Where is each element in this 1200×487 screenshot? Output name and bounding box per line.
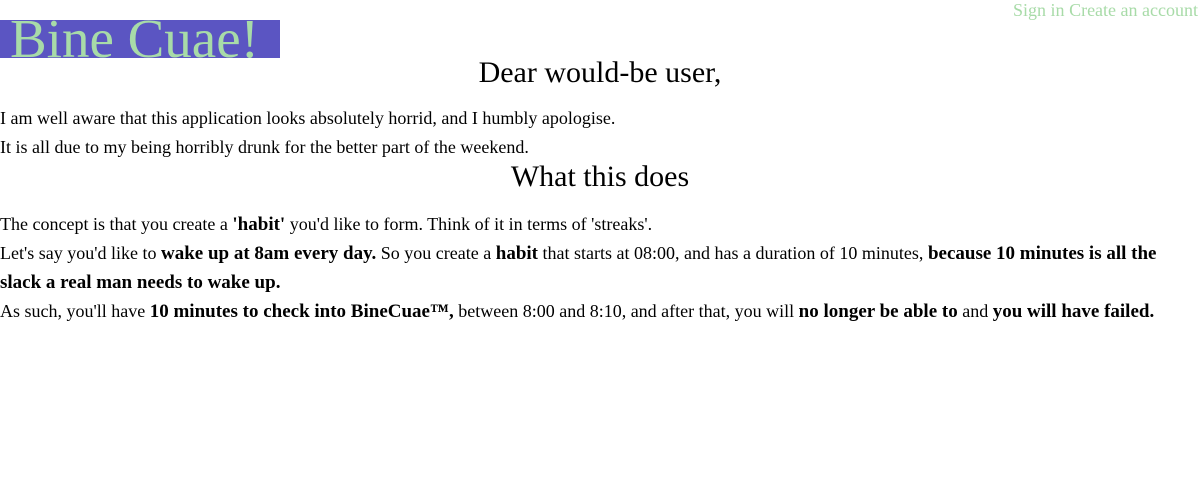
sign-in-link[interactable]: Sign in (1013, 0, 1065, 20)
page: Bine Cuae! Sign in Create an account Dea… (0, 0, 1200, 487)
logo[interactable]: Bine Cuae! (0, 8, 280, 69)
about-paragraph: The concept is that you create a 'habit'… (0, 210, 1200, 326)
consequence-line: As such, you'll have 10 minutes to check… (0, 297, 1200, 326)
example-text-1: Let's say you'd like to (0, 243, 161, 263)
example-emphasis-wake: wake up at 8am every day. (160, 243, 377, 264)
example-line: Let's say you'd like to wake up at 8am e… (0, 239, 1200, 297)
consequence-text-3: and (957, 301, 993, 321)
about-heading: What this does (510, 160, 690, 193)
concept-text-1: The concept is that you create a (0, 214, 233, 234)
example-text-2: So you create a (376, 243, 496, 263)
example-text-3: that starts at 08:00, and has a duration… (538, 243, 928, 263)
apology-paragraph: I am well aware that this application lo… (0, 104, 615, 162)
concept-emphasis-habit: 'habit' (232, 214, 286, 235)
example-emphasis-habit: habit (495, 243, 538, 264)
consequence-emphasis-checkin: 10 minutes to check into BineCuae™, (149, 301, 454, 322)
greeting-heading: Dear would-be user, (478, 56, 722, 89)
consequence-text-1: As such, you'll have (0, 301, 150, 321)
consequence-text-2: between 8:00 and 8:10, and after that, y… (453, 301, 799, 321)
concept-line: The concept is that you create a 'habit'… (0, 210, 1200, 239)
apology-line-1: I am well aware that this application lo… (0, 108, 616, 128)
create-account-link[interactable]: Create an account (1069, 0, 1198, 20)
concept-text-2: you'd like to form. Think of it in terms… (285, 214, 653, 234)
consequence-emphasis-no-longer: no longer be able to (798, 301, 958, 322)
consequence-emphasis-failed: you will have failed. (992, 301, 1155, 322)
auth-nav: Sign in Create an account (1013, 0, 1198, 20)
